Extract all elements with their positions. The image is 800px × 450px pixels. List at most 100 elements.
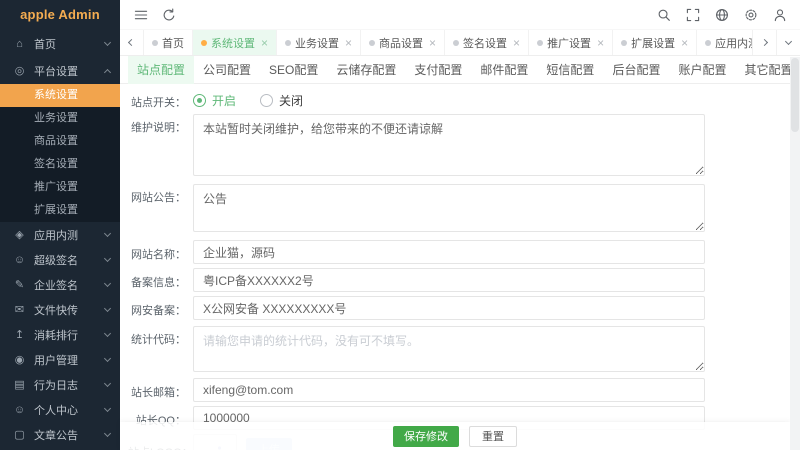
chevron-right-icon [761, 39, 768, 46]
fullscreen-icon[interactable] [685, 7, 700, 22]
tabs-scroll-left-button[interactable] [120, 30, 144, 55]
sidebar-item-super-signature[interactable]: ☺ 超级签名 [0, 247, 120, 272]
tab-business-settings[interactable]: 业务设置 × [277, 30, 361, 55]
field-label-police-record: 网安备案： [128, 296, 186, 318]
close-icon[interactable]: × [597, 37, 604, 49]
paperclip-icon: ◈ [13, 228, 26, 241]
subtab-cloud-storage-config[interactable]: 云储存配置 [327, 56, 405, 84]
close-icon[interactable]: × [261, 37, 268, 49]
site-name-input[interactable] [193, 240, 705, 264]
radio-icon [260, 94, 273, 107]
upload-arrow-icon: ↥ [13, 328, 26, 341]
subtab-account-config[interactable]: 账户配置 [669, 56, 735, 84]
tab-app-beta-list[interactable]: 应用内测列表 × [697, 30, 752, 55]
sidebar-item-label: 首页 [34, 36, 105, 52]
close-icon[interactable]: × [345, 37, 352, 49]
app-logo: apple Admin [0, 0, 120, 30]
config-subtabs: 站点配置 公司配置 SEO配置 云储存配置 支付配置 邮件配置 短信配置 后台配… [120, 56, 800, 84]
reset-button[interactable]: 重置 [469, 426, 517, 447]
sidebar-item-platform-settings[interactable]: ◎ 平台设置 [0, 57, 120, 84]
sidebar-item-file-transfer[interactable]: ✉ 文件快传 [0, 297, 120, 322]
close-icon[interactable]: × [513, 37, 520, 49]
tab-home[interactable]: 首页 [144, 30, 193, 55]
radio-site-on[interactable]: 开启 [193, 92, 236, 109]
user-icon[interactable] [772, 7, 787, 22]
field-label-site-switch: 站点开关： [128, 92, 186, 110]
monitor-icon: ▢ [13, 428, 26, 441]
field-label-maintenance: 维护说明： [128, 114, 186, 135]
chevron-up-icon [104, 68, 111, 75]
sidebar-item-home[interactable]: ⌂ 首页 [0, 30, 120, 57]
sidebar-item-enterprise-signature[interactable]: ✎ 企业签名 [0, 272, 120, 297]
subtab-payment-config[interactable]: 支付配置 [405, 56, 471, 84]
vertical-scrollbar[interactable] [790, 57, 800, 450]
subtab-company-config[interactable]: 公司配置 [194, 56, 260, 84]
form-action-bar: 保存修改 重置 [120, 422, 790, 450]
open-tabs: 首页 系统设置 × 业务设置 × 商品设置 × [144, 30, 752, 55]
sidebar-sections: ◈ 应用内测 ☺ 超级签名 ✎ 企业签名 ✉ 文件快传 ↥ 消耗排行 [0, 222, 120, 447]
chevron-down-icon [785, 37, 792, 44]
field-label-site-name: 网站名称： [128, 240, 186, 262]
sidebar-item-promotion-settings[interactable]: 推广设置 [0, 176, 120, 199]
notice-textarea[interactable]: 公告 [193, 184, 705, 232]
maintenance-textarea[interactable]: 本站暂时关闭维护，给您带来的不便还请谅解 [193, 114, 705, 176]
icp-record-input[interactable] [193, 268, 705, 292]
tab-product-settings[interactable]: 商品设置 × [361, 30, 445, 55]
subtab-mail-config[interactable]: 邮件配置 [471, 56, 537, 84]
chevron-down-icon [104, 379, 111, 386]
field-label-icp: 备案信息： [128, 268, 186, 290]
menu-icon[interactable] [133, 7, 148, 22]
tab-promotion-settings[interactable]: 推广设置 × [529, 30, 613, 55]
edit-icon: ✎ [13, 278, 26, 291]
tab-signature-settings[interactable]: 签名设置 × [445, 30, 529, 55]
gear-icon[interactable] [743, 7, 758, 22]
field-label-notice: 网站公告： [128, 184, 186, 205]
tab-dot [453, 40, 459, 46]
stats-code-textarea[interactable] [193, 326, 705, 372]
app-window: apple Admin ⌂ 首页 ◎ 平台设置 系统设置 业务设置 商品设置 签… [0, 0, 800, 450]
sidebar-item-signature-settings[interactable]: 签名设置 [0, 153, 120, 176]
subtab-backend-config[interactable]: 后台配置 [603, 56, 669, 84]
chevron-down-icon [104, 429, 111, 436]
globe-icon[interactable] [714, 7, 729, 22]
subtab-seo-config[interactable]: SEO配置 [260, 56, 327, 84]
site-config-form: 站点开关： 开启 关闭 维护说明： 本站暂时关闭维护，给您带来的不便还请谅解 [120, 84, 800, 450]
sidebar-item-product-settings[interactable]: 商品设置 [0, 130, 120, 153]
search-icon[interactable] [656, 7, 671, 22]
sidebar-item-app-beta[interactable]: ◈ 应用内测 [0, 222, 120, 247]
tab-dot [621, 40, 627, 46]
chevron-left-icon [128, 39, 135, 46]
tabs-dropdown-button[interactable] [776, 30, 800, 55]
close-icon[interactable]: × [681, 37, 688, 49]
subtab-site-config[interactable]: 站点配置 [128, 56, 194, 84]
tab-system-settings[interactable]: 系统设置 × [193, 30, 277, 55]
close-icon[interactable]: × [429, 37, 436, 49]
chevron-down-icon [104, 254, 111, 261]
sidebar-item-personal-center[interactable]: ☺ 个人中心 [0, 397, 120, 422]
subtab-sms-config[interactable]: 短信配置 [537, 56, 603, 84]
sidebar-item-behavior-log[interactable]: ▤ 行为日志 [0, 372, 120, 397]
sidebar-item-extension-settings[interactable]: 扩展设置 [0, 199, 120, 222]
file-transfer-icon: ✉ [13, 303, 26, 316]
chevron-down-icon [104, 279, 111, 286]
gear-icon: ◎ [13, 64, 26, 77]
scrollbar-thumb[interactable] [791, 58, 799, 132]
tabs-scroll-right-button[interactable] [752, 30, 776, 55]
chevron-down-icon [104, 354, 111, 361]
police-record-input[interactable] [193, 296, 705, 320]
webmaster-email-input[interactable] [193, 378, 705, 402]
tab-dot [201, 40, 207, 46]
top-header [120, 0, 800, 30]
sidebar-item-article-announcement[interactable]: ▢ 文章公告 [0, 422, 120, 447]
tab-dot [537, 40, 543, 46]
sidebar-item-consumption-rank[interactable]: ↥ 消耗排行 [0, 322, 120, 347]
sidebar-item-system-settings[interactable]: 系统设置 [0, 84, 120, 107]
save-button[interactable]: 保存修改 [393, 426, 459, 447]
radio-site-off[interactable]: 关闭 [260, 92, 303, 109]
sidebar-item-business-settings[interactable]: 业务设置 [0, 107, 120, 130]
smiley-icon: ☺ [13, 254, 26, 266]
sidebar-item-user-management[interactable]: ◉ 用户管理 [0, 347, 120, 372]
refresh-icon[interactable] [161, 7, 176, 22]
tab-extension-settings[interactable]: 扩展设置 × [613, 30, 697, 55]
tab-dot [369, 40, 375, 46]
